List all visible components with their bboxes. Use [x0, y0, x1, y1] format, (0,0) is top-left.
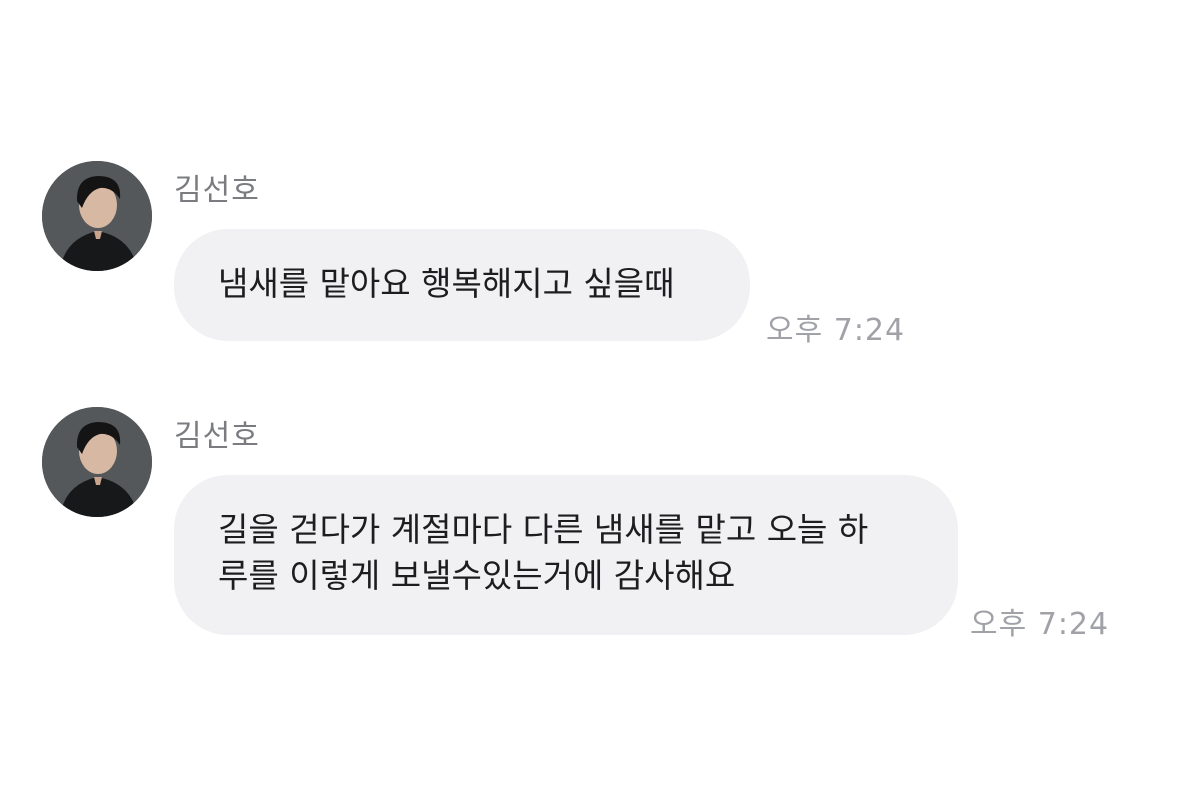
profile-photo-icon: [42, 407, 152, 517]
message-time: 오후 7:24: [970, 607, 1110, 642]
chat-view: 김선호 냄새를 맡아요 행복해지고 싶을때 오후 7:24 김선호 길을 걷다가…: [0, 0, 1200, 800]
message-text: 냄새를 맡아요 행복해지고 싶을때: [218, 264, 675, 303]
message-time: 오후 7:24: [766, 313, 906, 348]
sender-name: 김선호: [174, 419, 260, 454]
message-text-line: 길을 걷다가 계절마다 다른 냄새를 맡고 오늘 하: [218, 510, 869, 549]
message-group: 김선호 길을 걷다가 계절마다 다른 냄새를 맡고 오늘 하 루를 이렇게 보낼…: [42, 407, 1142, 647]
profile-photo-icon: [42, 161, 152, 271]
message-group: 김선호 냄새를 맡아요 행복해지고 싶을때 오후 7:24: [42, 161, 942, 351]
avatar[interactable]: [42, 407, 152, 517]
avatar[interactable]: [42, 161, 152, 271]
message-bubble[interactable]: 냄새를 맡아요 행복해지고 싶을때: [174, 229, 750, 341]
message-text-line: 루를 이렇게 보낼수있는거에 감사해요: [218, 556, 736, 595]
message-bubble[interactable]: 길을 걷다가 계절마다 다른 냄새를 맡고 오늘 하 루를 이렇게 보낼수있는거…: [174, 475, 958, 635]
sender-name: 김선호: [174, 173, 260, 208]
